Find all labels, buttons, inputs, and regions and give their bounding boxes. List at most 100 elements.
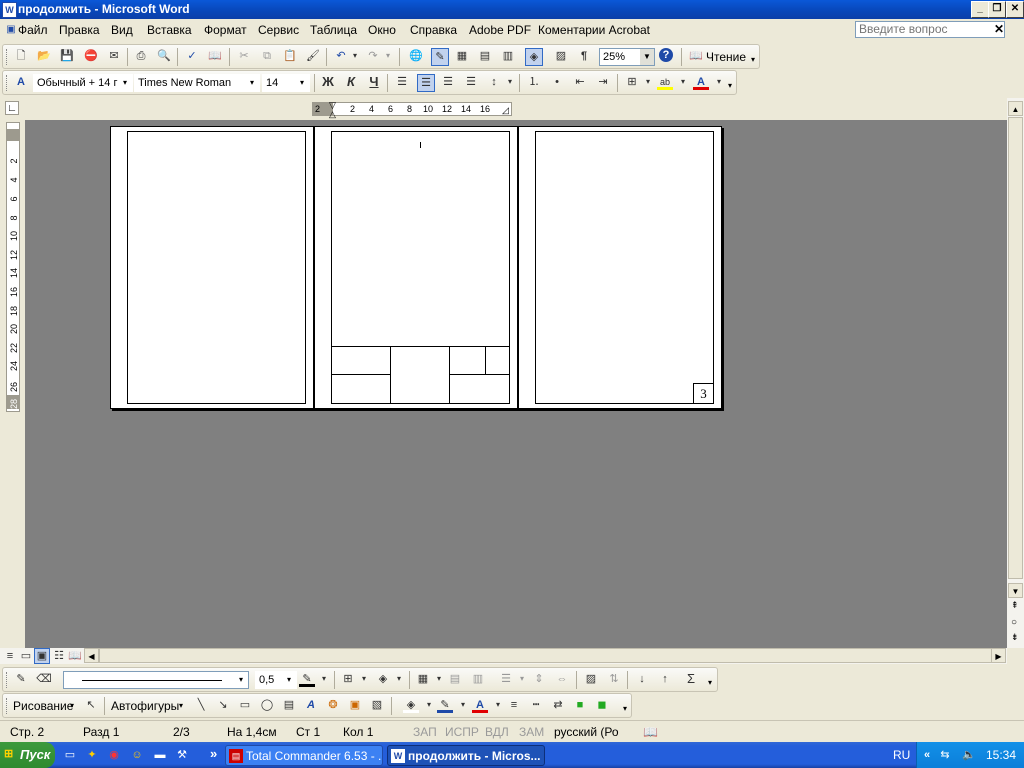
line-style-select[interactable]: ▾: [63, 671, 249, 689]
network-icon[interactable]: ⇆: [937, 747, 953, 763]
diagram-icon[interactable]: ❂: [325, 697, 341, 713]
line-color-icon[interactable]: ✎: [437, 697, 453, 713]
menu-file[interactable]: Файл: [18, 23, 48, 37]
chevron-down-icon[interactable]: ▾: [356, 671, 372, 687]
quicklaunch-desktop-icon[interactable]: ▭: [62, 747, 78, 763]
menu-table[interactable]: Таблица: [310, 23, 357, 37]
language-indicator[interactable]: RU: [893, 748, 910, 762]
chevron-down-icon[interactable]: ▾: [282, 672, 296, 688]
outline-view-icon[interactable]: ☷: [51, 648, 67, 664]
minimize-button[interactable]: _: [971, 1, 989, 18]
increase-indent-icon[interactable]: ⇥: [595, 74, 611, 90]
document-map-icon[interactable]: ▨: [553, 48, 569, 64]
chevron-down-icon[interactable]: ▾: [421, 697, 437, 713]
menu-acrobat-comments[interactable]: Коментарии Acrobat: [538, 23, 650, 37]
toolbar-options-icon[interactable]: ▾: [751, 55, 755, 64]
autoshapes-button[interactable]: Автофигуры: [111, 699, 179, 713]
chevron-down-icon[interactable]: ▾: [490, 697, 506, 713]
zoom-select[interactable]: 25% ▼: [599, 48, 655, 66]
toolbar-options-icon[interactable]: ▾: [708, 678, 712, 687]
menu-help[interactable]: Справка: [410, 23, 457, 37]
bold-button[interactable]: Ж: [320, 74, 336, 90]
status-language[interactable]: русский (Ро: [554, 725, 619, 739]
decrease-indent-icon[interactable]: ⇤: [572, 74, 588, 90]
start-button[interactable]: ⊞ Пуск: [0, 742, 55, 768]
reading-mode-button[interactable]: Чтение: [706, 50, 746, 64]
columns-icon[interactable]: ▥: [500, 48, 516, 64]
autosum-icon[interactable]: Σ: [683, 671, 699, 687]
align-left-icon[interactable]: ☰: [394, 74, 410, 90]
scroll-thumb[interactable]: [99, 648, 992, 663]
tray-expand-icon[interactable]: «: [919, 747, 935, 763]
chevron-down-icon[interactable]: ▾: [455, 697, 471, 713]
chevron-down-icon[interactable]: ▾: [245, 75, 259, 91]
line-icon[interactable]: ╲: [193, 697, 209, 713]
chevron-down-icon[interactable]: ▾: [316, 671, 332, 687]
new-document-icon[interactable]: 🗋: [13, 48, 29, 64]
vertical-scrollbar[interactable]: ▲ ▼ ⇞ ○ ⇟: [1007, 98, 1024, 648]
chevron-down-icon[interactable]: ▾: [514, 671, 530, 687]
copy-icon[interactable]: ⧉: [259, 48, 275, 64]
vertical-ruler[interactable]: 2 4 6 8 10 12 14 16 18 20 22 24 26 28: [6, 122, 20, 412]
drawing-icon[interactable]: ◈: [525, 48, 543, 66]
save-icon[interactable]: 💾: [59, 48, 75, 64]
toolbar-grip[interactable]: [6, 698, 10, 714]
word-app-icon[interactable]: W: [2, 2, 17, 18]
chevron-down-icon[interactable]: ▼: [640, 49, 654, 65]
open-icon[interactable]: 📂: [36, 48, 52, 64]
page-1[interactable]: [110, 126, 314, 409]
arrow-icon[interactable]: ↘: [215, 697, 231, 713]
toolbar-grip[interactable]: [6, 75, 10, 91]
restore-button[interactable]: ❐: [988, 1, 1006, 18]
align-cell-icon[interactable]: ☰: [498, 671, 514, 687]
toolbar-grip[interactable]: [6, 49, 10, 65]
previous-page-icon[interactable]: ⇞: [1011, 600, 1019, 611]
menu-format[interactable]: Формат: [204, 23, 247, 37]
tab-selector[interactable]: ∟: [5, 101, 19, 115]
shading-color-icon[interactable]: ◈: [375, 671, 391, 687]
close-button[interactable]: ✕: [1006, 1, 1024, 18]
distribute-rows-icon[interactable]: ⇕: [531, 671, 547, 687]
line-spacing-icon[interactable]: ↕: [486, 74, 502, 90]
chevron-down-icon[interactable]: ▾: [234, 672, 248, 688]
document-icon[interactable]: ▣: [3, 22, 19, 38]
task-total-commander[interactable]: ▤ Total Commander 6.53 - ...: [225, 745, 383, 766]
page-2[interactable]: [314, 126, 518, 409]
chevron-down-icon[interactable]: ▾: [118, 75, 132, 91]
fill-color-icon[interactable]: ◈: [403, 697, 419, 713]
font-size-select[interactable]: 14 ▾: [262, 74, 310, 92]
select-objects-icon[interactable]: ↖: [83, 697, 99, 713]
border-color-icon[interactable]: ✎: [299, 671, 315, 687]
chevron-down-icon[interactable]: ▾: [391, 671, 407, 687]
chevron-down-icon[interactable]: ▾: [502, 74, 518, 90]
quicklaunch-messenger-icon[interactable]: ☺: [129, 747, 145, 763]
align-right-icon[interactable]: ☰: [440, 74, 456, 90]
research-icon[interactable]: 📖: [207, 48, 223, 64]
bullets-icon[interactable]: •: [549, 74, 565, 90]
chevron-down-icon[interactable]: ▾: [70, 701, 74, 710]
table-autoformat-icon[interactable]: ▨: [583, 671, 599, 687]
permission-icon[interactable]: ⛔: [83, 48, 99, 64]
rectangle-icon[interactable]: ▭: [237, 697, 253, 713]
merge-cells-icon[interactable]: ▤: [447, 671, 463, 687]
undo-dropdown-icon[interactable]: ▾: [347, 48, 363, 64]
arrow-style-icon[interactable]: ⇄: [550, 697, 566, 713]
split-cells-icon[interactable]: ▥: [470, 671, 486, 687]
chevron-down-icon[interactable]: ▾: [711, 74, 727, 90]
quicklaunch-tool-icon[interactable]: ⚒: [174, 747, 190, 763]
sort-descending-icon[interactable]: ↑: [657, 671, 673, 687]
font-select[interactable]: Times New Roman ▾: [134, 74, 260, 92]
numbering-icon[interactable]: ⒈: [526, 74, 542, 90]
toolbar-grip[interactable]: [6, 672, 10, 688]
clip-art-icon[interactable]: ▣: [347, 697, 363, 713]
close-document-icon[interactable]: ✕: [994, 22, 1004, 36]
font-color-icon[interactable]: A: [472, 697, 488, 713]
wordart-icon[interactable]: A: [303, 697, 319, 713]
line-weight-select[interactable]: 0,5 ▾: [255, 671, 297, 689]
redo-dropdown-icon[interactable]: ▾: [380, 48, 396, 64]
show-hide-icon[interactable]: ¶: [576, 48, 592, 64]
toolbar-options-icon[interactable]: ▾: [728, 81, 732, 90]
line-style-icon[interactable]: ≡: [506, 697, 522, 713]
insert-table-icon[interactable]: ▦: [454, 48, 470, 64]
ask-question-input[interactable]: [855, 21, 1005, 38]
